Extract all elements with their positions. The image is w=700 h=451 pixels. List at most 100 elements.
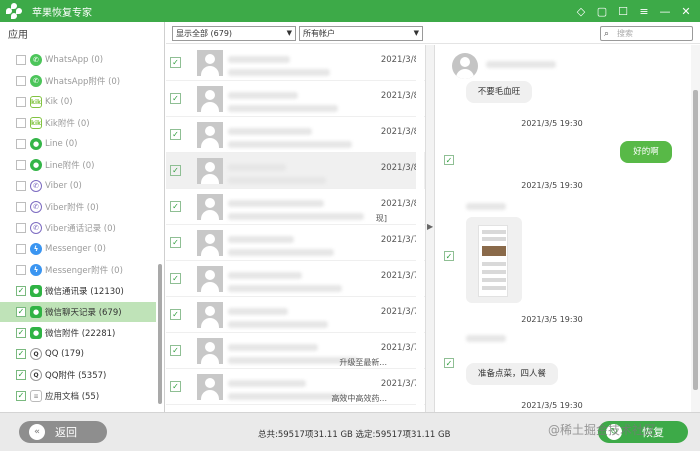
row-checkbox[interactable]: ✓ bbox=[170, 273, 181, 284]
row-checkbox[interactable]: ✓ bbox=[170, 57, 181, 68]
sidebar-item-checkbox[interactable] bbox=[16, 244, 26, 254]
sidebar-item-label: Viber通话记录 (0) bbox=[45, 224, 116, 234]
filter-select[interactable]: 显示全部 (679) ▼ bbox=[172, 26, 296, 41]
list-item[interactable]: ✓ 2021/3/7 升级至最新... bbox=[166, 333, 425, 369]
avatar bbox=[197, 337, 223, 364]
row-checkbox[interactable]: ✓ bbox=[170, 345, 181, 356]
sidebar-item[interactable]: ✆ Viber附件 (0) bbox=[0, 197, 156, 217]
gem-icon[interactable]: ◇ bbox=[573, 3, 589, 19]
sidebar-item-label: Kik (0) bbox=[45, 97, 73, 107]
image-message[interactable] bbox=[466, 217, 522, 303]
messenger-icon: ϟ bbox=[30, 264, 42, 276]
avatar bbox=[197, 229, 223, 256]
sidebar-item[interactable]: ✓ ≡ 应用文档 (55) bbox=[0, 386, 156, 406]
sidebar-item-checkbox[interactable]: ✓ bbox=[16, 349, 26, 359]
sidebar-item-checkbox[interactable] bbox=[16, 181, 26, 191]
sidebar-item-checkbox[interactable]: ✓ bbox=[16, 328, 26, 338]
sidebar-item[interactable]: ϟ Messenger (0) bbox=[0, 239, 156, 259]
list-toolbar: 显示全部 (679) ▼ 所有帐户 ▼ ⌕ 搜索 bbox=[166, 22, 700, 44]
list-item[interactable]: ✓ 2021/3/7 bbox=[166, 297, 425, 333]
sidebar-item-checkbox[interactable] bbox=[16, 202, 26, 212]
conversation-list: ✓ 2021/3/8 ✓ 2021/3/8 ✓ 2021/3/8 ✓ 2021/3/8 ✓ 202… bbox=[166, 45, 425, 412]
list-item[interactable]: ✓ 2021/3/8 bbox=[166, 81, 425, 117]
row-checkbox[interactable]: ✓ bbox=[170, 129, 181, 140]
sidebar-item[interactable]: ✓ Q QQ (179) bbox=[0, 344, 156, 364]
row-date: 2021/3/7 bbox=[380, 379, 419, 389]
row-snippet: 高效中高效药... bbox=[331, 394, 387, 403]
row-snippet: 现] bbox=[375, 214, 387, 223]
list-item[interactable]: ✓ 2021/3/7 bbox=[166, 261, 425, 297]
minimize-icon[interactable]: — bbox=[657, 3, 673, 19]
app-logo-icon bbox=[6, 3, 22, 19]
row-date: 2021/3/8 bbox=[380, 163, 419, 173]
sidebar-scrollbar-thumb[interactable] bbox=[158, 264, 162, 404]
row-checkbox[interactable]: ✓ bbox=[170, 309, 181, 320]
message-checkbox[interactable]: ✓ bbox=[444, 251, 454, 261]
sidebar-item[interactable]: ✆ WhatsApp (0) bbox=[0, 50, 156, 70]
message-checkbox[interactable]: ✓ bbox=[444, 155, 454, 165]
message-preview-redacted bbox=[228, 393, 346, 400]
row-checkbox[interactable]: ✓ bbox=[170, 165, 181, 176]
list-item[interactable]: ✓ 2021/3/7 高效中高效药... bbox=[166, 369, 425, 405]
conversation-list-scrollbar[interactable] bbox=[416, 45, 424, 412]
wechat-icon: ● bbox=[30, 306, 42, 318]
contact-name-redacted bbox=[228, 92, 298, 99]
sidebar-item-checkbox[interactable] bbox=[16, 97, 26, 107]
sidebar-item-checkbox[interactable]: ✓ bbox=[16, 391, 26, 401]
close-icon[interactable]: ✕ bbox=[678, 3, 694, 19]
list-item[interactable]: ✓ 2021/3/8 bbox=[166, 153, 425, 189]
sidebar-item-checkbox[interactable]: ✓ bbox=[16, 286, 26, 296]
viber-icon: ✆ bbox=[30, 201, 42, 213]
sidebar-item[interactable]: ✓ ● 微信附件 (22281) bbox=[0, 323, 156, 343]
wechat-icon: ● bbox=[30, 327, 42, 339]
row-checkbox[interactable]: ✓ bbox=[170, 237, 181, 248]
sidebar-item[interactable]: ✆ Viber (0) bbox=[0, 176, 156, 196]
messenger-icon: ϟ bbox=[30, 243, 42, 255]
sidebar-item[interactable]: ✓ ● 微信通讯录 (12130) bbox=[0, 281, 156, 301]
message-checkbox[interactable]: ✓ bbox=[444, 358, 454, 368]
sidebar-item[interactable]: kik Kik附件 (0) bbox=[0, 113, 156, 133]
row-checkbox[interactable]: ✓ bbox=[170, 201, 181, 212]
register-icon[interactable]: ▢ bbox=[594, 3, 610, 19]
collapse-arrow-icon[interactable]: ▶ bbox=[427, 222, 433, 231]
list-item[interactable]: ✓ 2021/3/8 现] bbox=[166, 189, 425, 225]
row-checkbox[interactable]: ✓ bbox=[170, 381, 181, 392]
sidebar-item-checkbox[interactable] bbox=[16, 160, 26, 170]
sidebar-item-checkbox[interactable]: ✓ bbox=[16, 307, 26, 317]
list-item[interactable]: ✓ 2021/3/8 bbox=[166, 117, 425, 153]
row-date: 2021/3/7 bbox=[380, 271, 419, 281]
double-chevron-left-icon: « bbox=[29, 424, 45, 440]
list-item[interactable]: ✓ 2021/3/8 bbox=[166, 45, 425, 81]
sidebar-item[interactable]: ϟ Messenger附件 (0) bbox=[0, 260, 156, 280]
sidebar-item-checkbox[interactable] bbox=[16, 76, 26, 86]
sidebar-item[interactable]: ✓ ● 微信聊天记录 (679) bbox=[0, 302, 156, 322]
sidebar-item-checkbox[interactable] bbox=[16, 223, 26, 233]
sidebar-item[interactable]: ● Line附件 (0) bbox=[0, 155, 156, 175]
back-button[interactable]: « 返回 bbox=[19, 421, 107, 443]
sidebar-item[interactable]: kik Kik (0) bbox=[0, 92, 156, 112]
sidebar-item-checkbox[interactable] bbox=[16, 265, 26, 275]
sidebar-item-checkbox[interactable] bbox=[16, 55, 26, 65]
message-preview-redacted bbox=[228, 285, 342, 292]
message-timestamp: 2021/3/5 19:30 bbox=[521, 315, 583, 324]
contact-name-redacted bbox=[228, 128, 312, 135]
sidebar-item-checkbox[interactable] bbox=[16, 139, 26, 149]
sidebar-item-checkbox[interactable] bbox=[16, 118, 26, 128]
sidebar-item[interactable]: ✓ Q QQ附件 (5357) bbox=[0, 365, 156, 385]
sender-name-redacted bbox=[466, 335, 506, 342]
account-select[interactable]: 所有帐户 ▼ bbox=[299, 26, 423, 41]
sidebar-item[interactable]: ● Line (0) bbox=[0, 134, 156, 154]
line-icon: ● bbox=[30, 159, 42, 171]
sidebar-item-checkbox[interactable]: ✓ bbox=[16, 370, 26, 380]
sidebar-item[interactable]: ✆ WhatsApp附件 (0) bbox=[0, 71, 156, 91]
menu-icon[interactable]: ≡ bbox=[636, 3, 652, 19]
chat-scrollbar-thumb[interactable] bbox=[693, 90, 698, 390]
feedback-icon[interactable]: ☐ bbox=[615, 3, 631, 19]
search-input[interactable]: ⌕ 搜索 bbox=[600, 26, 693, 41]
sidebar-item[interactable]: ✆ Viber通话记录 (0) bbox=[0, 218, 156, 238]
list-item[interactable]: ✓ 2021/3/7 bbox=[166, 225, 425, 261]
outgoing-message: 好的啊 bbox=[620, 141, 672, 163]
row-date: 2021/3/7 bbox=[380, 307, 419, 317]
contact-name-redacted bbox=[228, 56, 290, 63]
row-checkbox[interactable]: ✓ bbox=[170, 93, 181, 104]
